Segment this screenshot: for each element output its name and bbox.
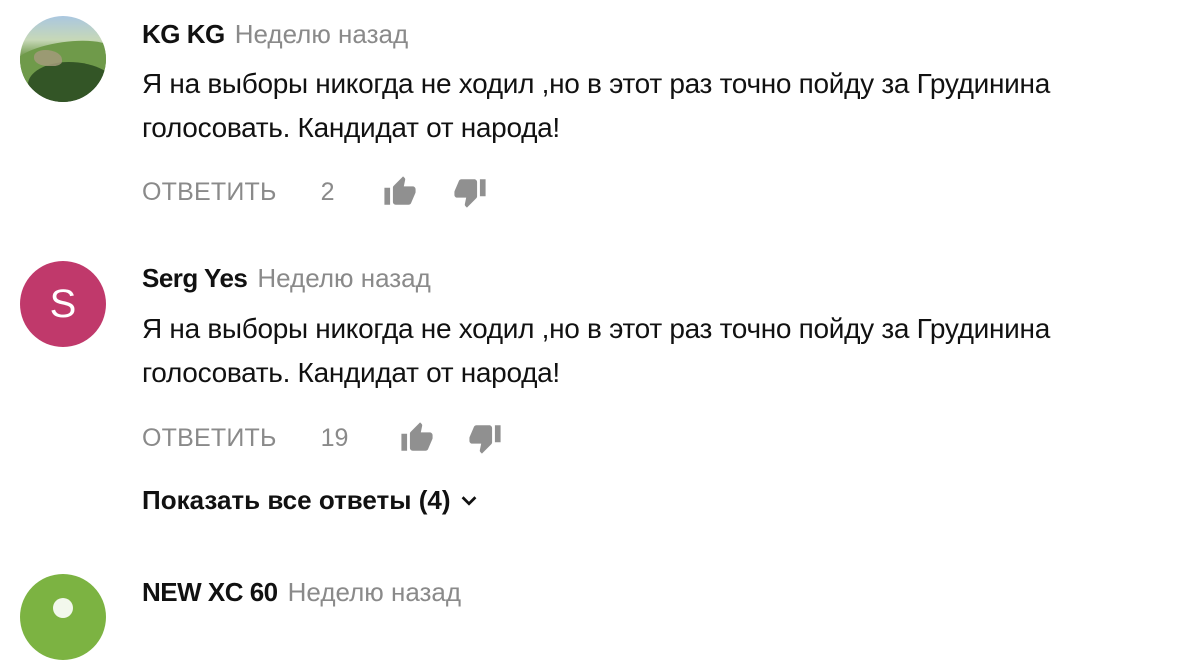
comment-time[interactable]: Неделю назад <box>235 19 408 49</box>
comment-header: Serg Yes Неделю назад <box>142 262 431 294</box>
thumb-down-icon[interactable] <box>468 421 502 455</box>
thumb-up-icon[interactable] <box>400 421 434 455</box>
show-replies-label: Показать все ответы (4) <box>142 484 451 515</box>
avatar[interactable]: S <box>20 261 106 347</box>
comment-author[interactable]: Serg Yes <box>142 263 248 293</box>
thumb-down-icon[interactable] <box>453 175 487 209</box>
comment-header: KG KG Неделю назад <box>142 18 408 50</box>
comment-actions: ОТВЕТИТЬ 2 <box>142 174 487 210</box>
avatar[interactable] <box>20 16 106 102</box>
like-count: 2 <box>320 177 335 206</box>
chevron-down-icon <box>458 489 480 511</box>
avatar-letter: S <box>49 282 77 326</box>
show-replies-button[interactable]: Показать все ответы (4) <box>142 482 480 518</box>
comment-text: Я на выборы никогда не ходил ,но в этот … <box>142 307 1172 395</box>
comment-text-line: Я на выборы никогда не ходил ,но в этот … <box>142 68 1050 99</box>
comment-text: Я на выборы никогда не ходил ,но в этот … <box>142 62 1172 150</box>
comment-author[interactable]: NEW XC 60 <box>142 577 278 607</box>
comment-text-line: Я на выборы никогда не ходил ,но в этот … <box>142 313 1050 344</box>
comment-actions: ОТВЕТИТЬ 19 <box>142 420 502 456</box>
avatar[interactable] <box>20 574 106 660</box>
comment-time[interactable]: Неделю назад <box>288 577 461 607</box>
like-count: 19 <box>320 423 349 452</box>
reply-button[interactable]: ОТВЕТИТЬ <box>142 178 277 207</box>
reply-button[interactable]: ОТВЕТИТЬ <box>142 424 277 453</box>
comment-text-line: голосовать. Кандидат от народа! <box>142 357 560 388</box>
comment-header: NEW XC 60 Неделю назад <box>142 576 461 608</box>
thumb-up-icon[interactable] <box>383 175 417 209</box>
comment-text-line: голосовать. Кандидат от народа! <box>142 112 560 143</box>
comment-author[interactable]: KG KG <box>142 19 225 49</box>
comment-time[interactable]: Неделю назад <box>257 263 430 293</box>
